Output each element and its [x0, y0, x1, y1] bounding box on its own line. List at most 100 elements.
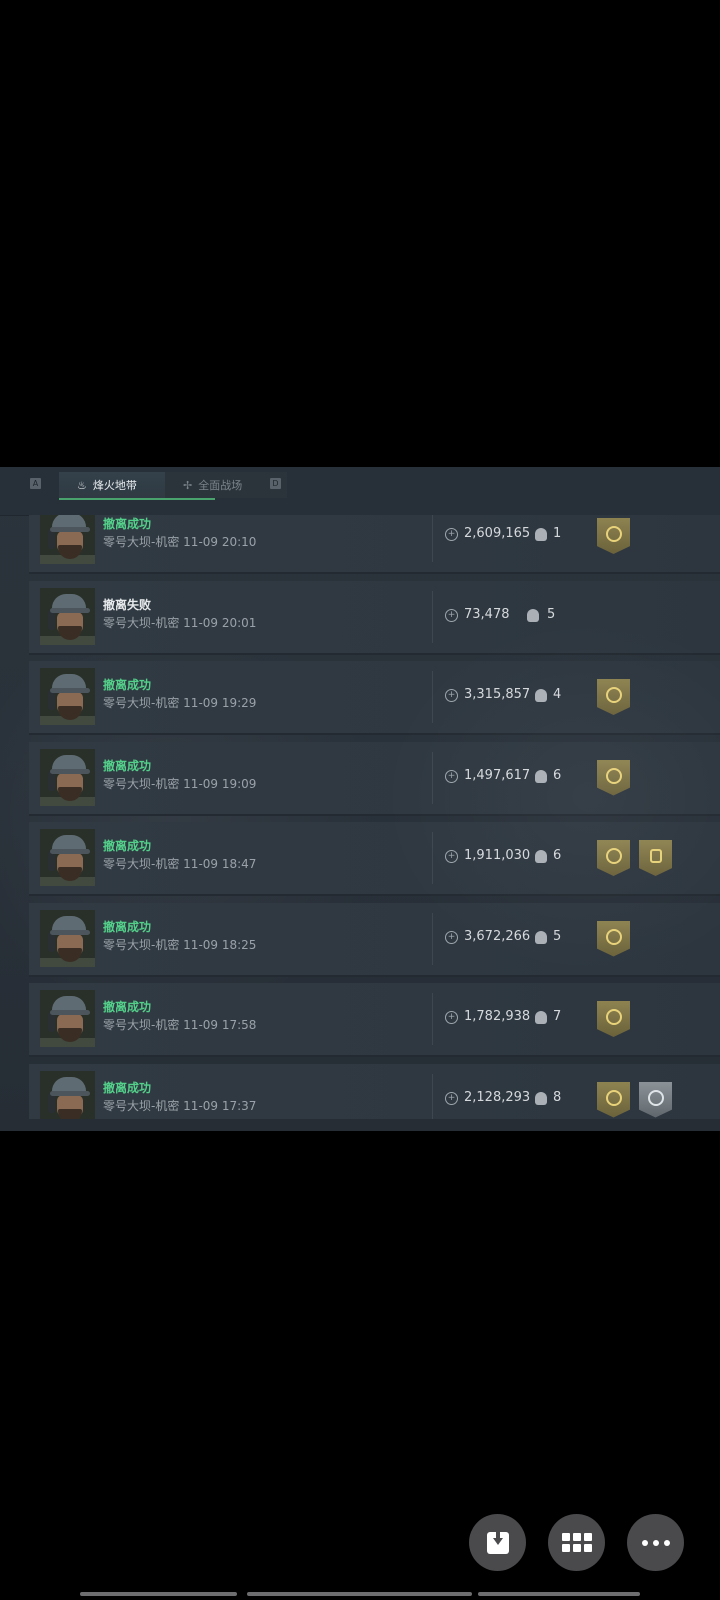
- match-record-row[interactable]: 撤离成功零号大坝-机密 11-09 18:47 +1,911,030 6: [29, 822, 720, 896]
- row-divider: [432, 993, 433, 1045]
- more-icon: [641, 1539, 670, 1546]
- download-button[interactable]: [469, 1514, 526, 1571]
- match-record-row[interactable]: 撤离成功零号大坝-机密 11-09 18:25 +3,672,266 5: [29, 902, 720, 977]
- map-name: 零号大坝-机密: [103, 615, 180, 630]
- value-coin-icon: +: [445, 850, 458, 863]
- map-name: 零号大坝-机密: [103, 696, 180, 710]
- gold-helmet-badge[interactable]: [639, 840, 672, 876]
- row-divider: [432, 515, 433, 562]
- nav-bar-segment-middle: [247, 1592, 472, 1596]
- kill-count: 6: [553, 848, 562, 863]
- value-coin-icon: +: [445, 1011, 458, 1024]
- extraction-status: 撤离成功: [103, 1080, 152, 1095]
- kills-skull-icon: [535, 769, 547, 783]
- extracted-value: 3,672,266: [464, 928, 531, 944]
- tab-full-battlefield-label: 全面战场: [198, 479, 243, 492]
- next-tab-key-hint[interactable]: D: [270, 478, 281, 489]
- kills-skull-icon: [535, 689, 547, 702]
- kills-skull-icon: [527, 608, 539, 622]
- match-record-row[interactable]: 撤离成功 零号大坝-机密 11-09 17:37 +2,128,293 8: [29, 1063, 720, 1119]
- value-coin-icon: +: [445, 528, 458, 541]
- operator-avatar: [40, 990, 95, 1047]
- kill-count: 8: [553, 1089, 562, 1105]
- prev-tab-key-hint[interactable]: A: [30, 478, 41, 489]
- map-and-time: 零号大坝-机密 11-09 20:01: [103, 614, 256, 631]
- match-time: 11-09 17:58: [183, 1018, 257, 1032]
- extraction-status: 撤离成功: [103, 678, 152, 692]
- map-name: 零号大坝-机密: [103, 1098, 180, 1113]
- extraction-status: 撤离成功: [103, 517, 152, 531]
- kills-skull-icon: [535, 1011, 547, 1024]
- kill-count: 5: [553, 928, 562, 944]
- map-and-time: 零号大坝-机密 11-09 18:47: [103, 855, 256, 872]
- row-divider: [432, 671, 433, 723]
- value-coin-icon: +: [445, 930, 458, 944]
- row-divider: [432, 832, 433, 884]
- gold-extraction-badge[interactable]: [597, 518, 630, 554]
- apps-grid-icon: [561, 1533, 592, 1552]
- match-time: 11-09 18:47: [183, 857, 257, 871]
- match-record-row[interactable]: 撤离成功 零号大坝-机密 11-09 19:29 +3,315,857 4: [29, 661, 720, 735]
- kills-skull-icon: [535, 850, 547, 863]
- match-record-list[interactable]: 撤离成功 零号大坝-机密 11-09 20:10 +2,609,165 1 撤离失败 零号…: [29, 515, 720, 1119]
- value-coin-icon: +: [445, 689, 458, 702]
- match-time: 11-09 20:10: [183, 535, 257, 549]
- match-record-row[interactable]: 撤离成功 零号大坝-机密 11-09 17:58 +1,782,938 7: [29, 983, 720, 1057]
- match-time: 11-09 19:29: [183, 696, 257, 710]
- tab-firezone-label: 烽火地带: [92, 479, 137, 492]
- map-name: 零号大坝-机密: [103, 937, 180, 952]
- match-time: 11-09 20:01: [183, 615, 257, 630]
- extraction-status: 撤离成功: [103, 839, 152, 853]
- gold-extraction-badge[interactable]: [597, 920, 630, 957]
- more-button[interactable]: [627, 1514, 684, 1571]
- mode-tab-bar: A ♨ 烽火地带 ✢ 全面战场 D: [0, 467, 720, 516]
- extracted-value: 2,128,293: [464, 1089, 531, 1105]
- extraction-status: 撤离成功: [103, 1000, 152, 1014]
- silver-medal-badge[interactable]: [639, 1081, 672, 1118]
- map-name: 零号大坝-机密: [103, 1018, 180, 1032]
- map-and-time: 零号大坝-机密 11-09 20:10: [103, 533, 256, 550]
- extraction-status: 撤离成功: [103, 919, 152, 934]
- match-record-row[interactable]: 撤离成功 零号大坝-机密 11-09 20:10 +2,609,165 1: [29, 515, 720, 574]
- gold-extraction-badge[interactable]: [597, 759, 630, 796]
- gold-extraction-badge[interactable]: [597, 1001, 630, 1037]
- extracted-value: 3,315,857: [464, 687, 531, 702]
- operator-avatar: [40, 829, 95, 886]
- kills-skull-icon: [535, 528, 547, 541]
- match-record-row[interactable]: 撤离失败零号大坝-机密 11-09 20:01 +73,478 5: [29, 580, 720, 655]
- extracted-value: 1,497,617: [464, 767, 531, 783]
- download-icon: [486, 1531, 509, 1554]
- map-name: 零号大坝-机密: [103, 535, 180, 549]
- kill-count: 5: [547, 606, 556, 622]
- match-time: 11-09 19:09: [183, 776, 257, 791]
- tab-full-battlefield[interactable]: ✢ 全面战场: [165, 472, 287, 498]
- operator-avatar: [40, 748, 95, 806]
- match-record-row[interactable]: 撤离成功 零号大坝-机密 11-09 19:09 +1,497,617 6: [29, 741, 720, 816]
- match-history-panel: A ♨ 烽火地带 ✢ 全面战场 D 撤离成功 零号大坝-机密 11-09 20:1…: [0, 467, 720, 1131]
- value-coin-icon: +: [445, 608, 458, 622]
- row-divider: [432, 1073, 433, 1119]
- gold-extraction-badge[interactable]: [597, 679, 630, 715]
- kill-count: 7: [553, 1009, 562, 1024]
- battlefield-icon: ✢: [183, 478, 193, 492]
- operator-avatar: [40, 1070, 95, 1119]
- map-and-time: 零号大坝-机密 11-09 17:37: [103, 1097, 256, 1114]
- nav-bar-segment-left: [80, 1592, 237, 1596]
- map-and-time: 零号大坝-机密 11-09 17:58: [103, 1016, 256, 1033]
- operator-avatar: [40, 909, 95, 967]
- row-divider: [432, 751, 433, 804]
- firezone-icon: ♨: [77, 478, 87, 492]
- map-name: 零号大坝-机密: [103, 857, 180, 871]
- match-time: 11-09 18:25: [183, 937, 257, 952]
- gold-extraction-badge[interactable]: [597, 840, 630, 876]
- nav-bar-segment-right: [478, 1592, 640, 1596]
- extracted-value: 1,911,030: [464, 848, 531, 863]
- operator-avatar: [40, 668, 95, 725]
- map-name: 零号大坝-机密: [103, 776, 180, 791]
- map-and-time: 零号大坝-机密 11-09 19:29: [103, 694, 256, 711]
- apps-button[interactable]: [548, 1514, 605, 1571]
- extraction-status: 撤离失败: [103, 597, 152, 612]
- gold-extraction-badge[interactable]: [597, 1081, 630, 1118]
- kill-count: 1: [553, 526, 562, 541]
- extracted-value: 73,478: [464, 606, 510, 622]
